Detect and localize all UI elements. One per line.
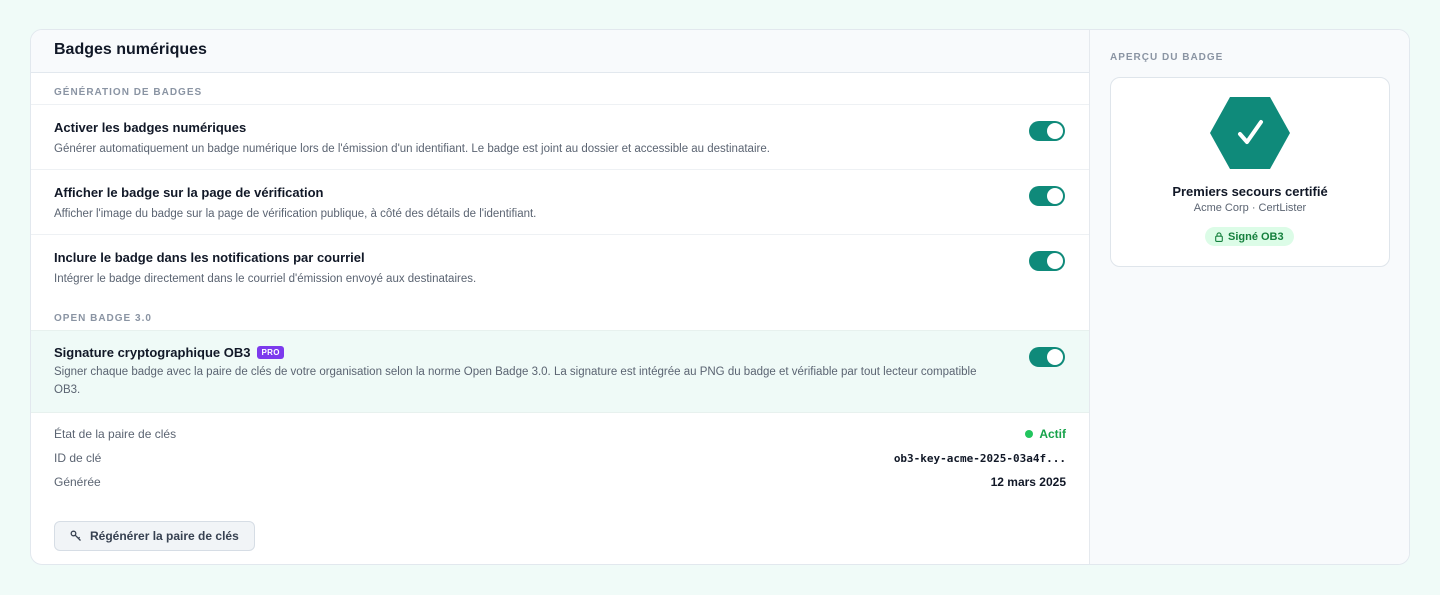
lock-icon: [1215, 231, 1223, 242]
setting-title: Afficher le badge sur la page de vérific…: [54, 185, 324, 200]
setting-row-enable-badges: Activer les badges numériques Générer au…: [31, 105, 1089, 170]
setting-title: Activer les badges numériques: [54, 120, 247, 135]
setting-description: Intégrer le badge directement dans le co…: [54, 273, 477, 285]
include-in-email-toggle[interactable]: [1029, 251, 1065, 271]
pro-badge: PRO: [257, 346, 284, 359]
toggle-knob: [1047, 349, 1063, 365]
show-on-verification-toggle[interactable]: [1029, 186, 1065, 206]
signed-label: Signé OB3: [1228, 230, 1284, 243]
settings-panel: Badges numériques GÉNÉRATION DE BADGES A…: [31, 30, 1090, 564]
setting-title: Inclure le badge dans les notifications …: [54, 250, 365, 265]
keypair-status-label: État de la paire de clés: [54, 427, 177, 441]
keypair-status-value: Actif: [1039, 427, 1066, 441]
keypair-generated-label: Générée: [54, 475, 101, 489]
section-generation: GÉNÉRATION DE BADGES: [31, 73, 1089, 105]
toggle-knob: [1047, 123, 1063, 139]
keypair-generated-value: 12 mars 2025: [990, 475, 1066, 489]
keypair-id-row: ID de clé ob3-key-acme-2025-03a4f...: [54, 446, 1066, 470]
key-icon: [70, 530, 81, 541]
keypair-status-row: État de la paire de clés Actif: [54, 422, 1066, 446]
keypair-id-value: ob3-key-acme-2025-03a4f...: [893, 451, 1066, 465]
badge-name: Premiers secours certifié: [1172, 184, 1328, 199]
signed-badge: Signé OB3: [1205, 227, 1294, 246]
regenerate-keypair-button[interactable]: Régénérer la paire de clés: [54, 521, 255, 551]
status-badge: Actif: [1025, 427, 1066, 441]
badge-org: Acme Corp · CertLister: [1193, 202, 1307, 214]
setting-row-include-in-email: Inclure le badge dans les notifications …: [31, 235, 1089, 301]
setting-title-wrap: Signature cryptographique OB3 PRO: [54, 345, 1066, 360]
section-openbadge: OPEN BADGE 3.0: [31, 301, 1089, 330]
setting-description: Générer automatiquement un badge numériq…: [54, 143, 770, 155]
ob3-signature-toggle[interactable]: [1029, 347, 1065, 367]
badge-hexagon-icon: [1210, 97, 1290, 169]
badge-preview-card: Premiers secours certifié Acme Corp · Ce…: [1110, 77, 1390, 267]
section-label-generation: GÉNÉRATION DE BADGES: [54, 87, 203, 98]
setting-row-ob3-signature: Signature cryptographique OB3 PRO Signer…: [31, 330, 1089, 413]
toggle-knob: [1047, 253, 1063, 269]
enable-badges-toggle[interactable]: [1029, 121, 1065, 141]
setting-description: Signer chaque badge avec la paire de clé…: [54, 366, 977, 396]
badges-settings-card: Badges numériques GÉNÉRATION DE BADGES A…: [30, 29, 1410, 565]
keypair-generated-row: Générée 12 mars 2025: [54, 470, 1066, 494]
toggle-knob: [1047, 188, 1063, 204]
panel-header: Badges numériques: [31, 30, 1089, 73]
status-dot-icon: [1025, 430, 1034, 438]
preview-label: APERÇU DU BADGE: [1110, 52, 1224, 63]
keypair-details: État de la paire de clés Actif ID de clé…: [31, 422, 1089, 494]
regenerate-keypair-label: Régénérer la paire de clés: [90, 529, 239, 543]
setting-title: Signature cryptographique OB3: [54, 345, 251, 360]
section-label-openbadge: OPEN BADGE 3.0: [54, 313, 152, 324]
keypair-id-label: ID de clé: [54, 451, 102, 465]
setting-row-show-on-verification: Afficher le badge sur la page de vérific…: [31, 170, 1089, 235]
setting-description: Afficher l'image du badge sur la page de…: [54, 208, 537, 220]
badge-preview-panel: APERÇU DU BADGE Premiers secours certifi…: [1090, 30, 1409, 564]
page-title: Badges numériques: [54, 41, 207, 58]
